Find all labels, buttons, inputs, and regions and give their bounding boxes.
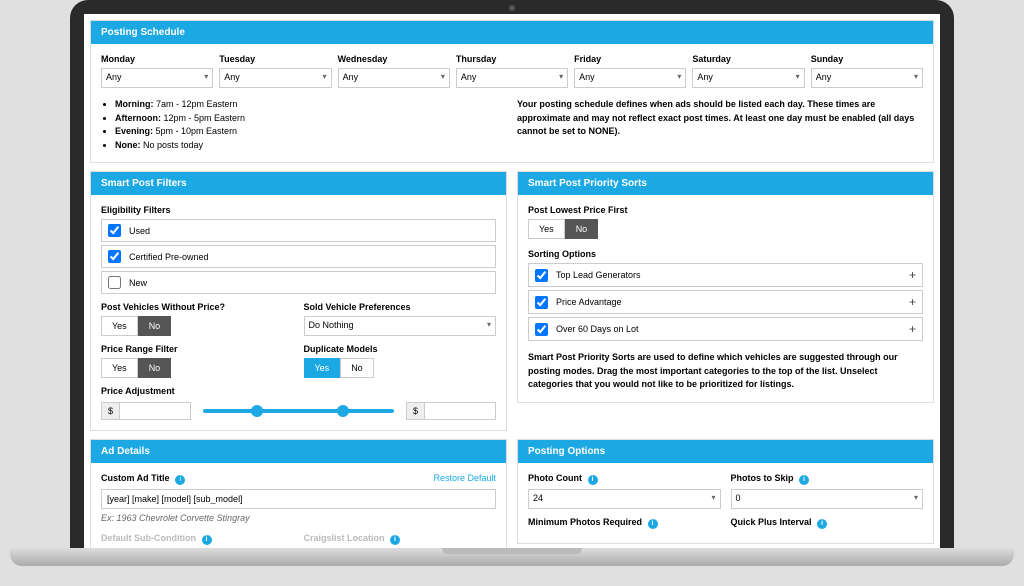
- tuesday-select[interactable]: Any: [219, 68, 331, 88]
- thursday-select[interactable]: Any: [456, 68, 568, 88]
- checkbox-icon[interactable]: [108, 276, 121, 289]
- info-icon[interactable]: i: [648, 519, 658, 529]
- posting-options-panel: Posting Options Photo Count i 24 Photos …: [517, 439, 934, 544]
- price-range-label: Price Range Filter: [101, 344, 294, 354]
- price-adjust-max[interactable]: $: [406, 402, 496, 420]
- day-label: Thursday: [456, 54, 568, 64]
- screen: Posting Schedule Monday Any Tuesday Any We…: [84, 14, 940, 556]
- sold-pref-select[interactable]: Do Nothing: [304, 316, 497, 336]
- ad-details-header: Ad Details: [91, 440, 506, 463]
- sunday-select[interactable]: Any: [811, 68, 923, 88]
- priority-sorts-panel: Smart Post Priority Sorts Post Lowest Pr…: [517, 171, 934, 403]
- info-icon[interactable]: i: [588, 475, 598, 485]
- price-slider[interactable]: [203, 409, 394, 413]
- eligibility-used[interactable]: Used: [101, 219, 496, 242]
- eligibility-cpo[interactable]: Certified Pre-owned: [101, 245, 496, 268]
- yes-button[interactable]: Yes: [101, 358, 138, 378]
- craigslist-label: Craigslist Location i: [304, 533, 401, 543]
- schedule-note: Your posting schedule defines when ads s…: [517, 98, 923, 139]
- without-price-label: Post Vehicles Without Price?: [101, 302, 294, 312]
- without-price-toggle[interactable]: Yes No: [101, 316, 294, 336]
- checkbox-icon[interactable]: [535, 296, 548, 309]
- laptop-base: [10, 548, 1014, 566]
- camera-dot: [509, 5, 515, 11]
- time-definitions: Morning: 7am - 12pm Eastern Afternoon: 1…: [101, 98, 507, 152]
- sort-60days[interactable]: Over 60 Days on Lot+: [528, 317, 923, 341]
- posting-schedule-panel: Posting Schedule Monday Any Tuesday Any We…: [90, 20, 934, 163]
- min-input[interactable]: [120, 403, 190, 419]
- eligibility-new[interactable]: New: [101, 271, 496, 294]
- checkbox-icon[interactable]: [108, 250, 121, 263]
- smart-filters-panel: Smart Post Filters Eligibility Filters U…: [90, 171, 507, 431]
- friday-select[interactable]: Any: [574, 68, 686, 88]
- info-icon[interactable]: i: [817, 519, 827, 529]
- example-text: Ex: 1963 Chevrolet Corvette Stingray: [101, 513, 496, 523]
- slider-thumb-max[interactable]: [337, 405, 349, 417]
- plus-icon[interactable]: +: [909, 268, 916, 282]
- photos-skip-select[interactable]: 0: [731, 489, 924, 509]
- duplicate-label: Duplicate Models: [304, 344, 497, 354]
- custom-title-input[interactable]: [101, 489, 496, 509]
- quick-plus-label: Quick Plus Interval i: [731, 517, 924, 529]
- price-range-toggle[interactable]: Yes No: [101, 358, 294, 378]
- no-button[interactable]: No: [565, 219, 599, 239]
- yes-button[interactable]: Yes: [528, 219, 565, 239]
- day-label: Tuesday: [219, 54, 331, 64]
- saturday-select[interactable]: Any: [692, 68, 804, 88]
- no-button[interactable]: No: [138, 316, 172, 336]
- info-icon[interactable]: i: [175, 475, 185, 485]
- lowest-price-toggle[interactable]: Yes No: [528, 219, 923, 239]
- plus-icon[interactable]: +: [909, 322, 916, 336]
- monday-select[interactable]: Any: [101, 68, 213, 88]
- min-photos-label: Minimum Photos Required i: [528, 517, 721, 529]
- photo-count-label: Photo Count i: [528, 473, 721, 485]
- checkbox-icon[interactable]: [535, 323, 548, 336]
- no-button[interactable]: No: [138, 358, 172, 378]
- sub-condition-label: Default Sub-Condition i: [101, 533, 212, 543]
- price-adjust-min[interactable]: $: [101, 402, 191, 420]
- sorting-label: Sorting Options: [528, 249, 923, 259]
- day-label: Friday: [574, 54, 686, 64]
- no-button[interactable]: No: [340, 358, 374, 378]
- price-adjust-label: Price Adjustment: [101, 386, 496, 396]
- day-label: Wednesday: [338, 54, 450, 64]
- sold-pref-label: Sold Vehicle Preferences: [304, 302, 497, 312]
- max-input[interactable]: [425, 403, 495, 419]
- priority-note: Smart Post Priority Sorts are used to de…: [528, 351, 923, 392]
- ad-details-panel: Ad Details Custom Ad Title i Restore Def…: [90, 439, 507, 556]
- wednesday-select[interactable]: Any: [338, 68, 450, 88]
- slider-thumb-min[interactable]: [251, 405, 263, 417]
- plus-icon[interactable]: +: [909, 295, 916, 309]
- photo-count-select[interactable]: 24: [528, 489, 721, 509]
- priority-sorts-header: Smart Post Priority Sorts: [518, 172, 933, 195]
- yes-button[interactable]: Yes: [101, 316, 138, 336]
- custom-title-label: Custom Ad Title: [101, 473, 170, 483]
- photos-skip-label: Photos to Skip i: [731, 473, 924, 485]
- duplicate-toggle[interactable]: Yes No: [304, 358, 497, 378]
- restore-default-link[interactable]: Restore Default: [433, 473, 496, 483]
- info-icon[interactable]: i: [390, 535, 400, 545]
- info-icon[interactable]: i: [202, 535, 212, 545]
- day-label: Monday: [101, 54, 213, 64]
- yes-button[interactable]: Yes: [304, 358, 341, 378]
- posting-options-header: Posting Options: [518, 440, 933, 463]
- lowest-price-label: Post Lowest Price First: [528, 205, 923, 215]
- sort-top-lead[interactable]: Top Lead Generators+: [528, 263, 923, 287]
- eligibility-label: Eligibility Filters: [101, 205, 496, 215]
- day-label: Saturday: [692, 54, 804, 64]
- sort-price-adv[interactable]: Price Advantage+: [528, 290, 923, 314]
- smart-filters-header: Smart Post Filters: [91, 172, 506, 195]
- checkbox-icon[interactable]: [108, 224, 121, 237]
- posting-schedule-header: Posting Schedule: [91, 21, 933, 44]
- day-label: Sunday: [811, 54, 923, 64]
- info-icon[interactable]: i: [799, 475, 809, 485]
- checkbox-icon[interactable]: [535, 269, 548, 282]
